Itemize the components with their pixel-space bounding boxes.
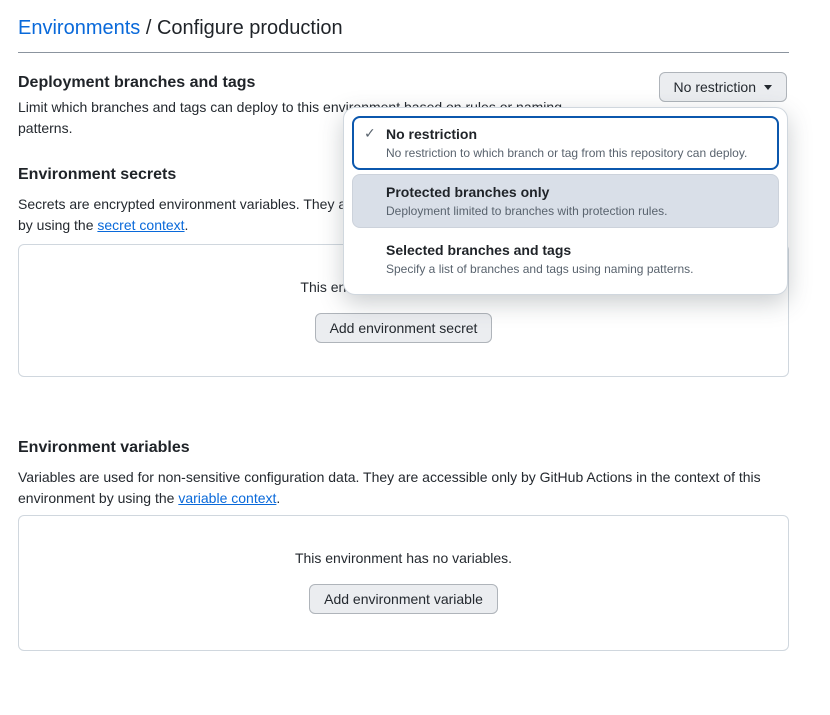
header-divider <box>18 52 789 53</box>
environment-settings-page: Environments / Configure production Depl… <box>0 0 830 715</box>
check-icon: ✓ <box>364 125 376 142</box>
menu-item-title: No restriction <box>386 124 767 144</box>
variables-description: Variables are used for non-sensitive con… <box>18 467 793 509</box>
secret-context-link[interactable]: secret context <box>97 217 184 233</box>
environments-link[interactable]: Environments <box>18 17 140 39</box>
add-secret-button[interactable]: Add environment secret <box>315 313 493 343</box>
menu-item-description: No restriction to which branch or tag fr… <box>386 144 767 162</box>
menu-item-title: Selected branches and tags <box>386 240 765 260</box>
menu-item-description: Specify a list of branches and tags usin… <box>386 260 765 278</box>
variables-description-text: Variables are used for non-sensitive con… <box>18 469 761 506</box>
add-variable-button[interactable]: Add environment variable <box>309 584 498 614</box>
menu-item-no-restriction[interactable]: ✓ No restriction No restriction to which… <box>352 116 779 170</box>
variables-section-title: Environment variables <box>18 437 190 458</box>
secrets-description-period: . <box>185 217 189 233</box>
breadcrumb-separator-slash: / <box>146 17 152 39</box>
breadcrumb: Environments / Configure production <box>18 14 343 42</box>
menu-item-description: Deployment limited to branches with prot… <box>386 202 765 220</box>
restriction-dropdown-button[interactable]: No restriction <box>659 72 787 102</box>
dropdown-caret-icon <box>764 85 772 90</box>
variables-description-period: . <box>276 490 280 506</box>
restriction-menu: ✓ No restriction No restriction to which… <box>343 107 788 295</box>
variables-empty-text: This environment has no variables. <box>295 548 512 568</box>
menu-item-title: Protected branches only <box>386 182 765 202</box>
variables-empty-box: This environment has no variables. Add e… <box>18 515 789 651</box>
restriction-dropdown-label: No restriction <box>674 79 756 95</box>
menu-item-selected-branches[interactable]: Selected branches and tags Specify a lis… <box>352 232 779 286</box>
deployment-section-title: Deployment branches and tags <box>18 72 255 93</box>
secrets-section-title: Environment secrets <box>18 164 176 185</box>
menu-item-protected-branches[interactable]: Protected branches only Deployment limit… <box>352 174 779 228</box>
page-title: Configure production <box>157 17 343 39</box>
variable-context-link[interactable]: variable context <box>178 490 276 506</box>
